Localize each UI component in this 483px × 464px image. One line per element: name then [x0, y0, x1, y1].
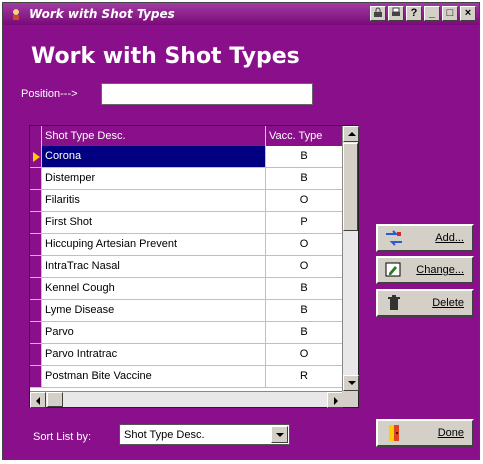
add-icon: [383, 229, 405, 247]
row-indicator: [30, 146, 42, 167]
door-icon: [383, 424, 405, 442]
shot-types-grid: Shot Type Desc. Vacc. Type Corona B Distem…: [29, 125, 359, 408]
cell-shot-desc: Parvo Intratrac: [42, 344, 266, 365]
cell-vacc-type: B: [300, 172, 308, 184]
app-icon: [13, 9, 19, 20]
cell-vacc-type: B: [300, 326, 308, 338]
table-row[interactable]: Corona B: [30, 146, 343, 168]
row-indicator: [30, 190, 42, 211]
row-indicator: [30, 322, 42, 343]
minimize-icon[interactable]: _: [424, 6, 440, 21]
add-button[interactable]: Add...: [376, 224, 474, 252]
cell-vacc-type: B: [300, 282, 308, 294]
cell-shot-desc: Hiccuping Artesian Prevent: [42, 234, 266, 255]
done-button[interactable]: Done: [376, 419, 474, 447]
row-indicator: [30, 366, 42, 387]
table-row[interactable]: Distemper B: [30, 168, 343, 190]
cell-vacc-type: P: [300, 216, 308, 228]
table-row[interactable]: Hiccuping Artesian Prevent O: [30, 234, 343, 256]
trash-icon: [383, 294, 405, 312]
cell-shot-desc: Lyme Disease: [42, 300, 266, 321]
scroll-right-button[interactable]: [327, 392, 343, 408]
delete-button[interactable]: Delete: [376, 289, 474, 317]
sort-value: Shot Type Desc.: [124, 429, 205, 441]
scroll-down-button[interactable]: [343, 375, 359, 391]
scroll-thumb[interactable]: [343, 143, 358, 231]
change-button[interactable]: Change...: [376, 256, 474, 284]
row-indicator: [30, 300, 42, 321]
column-header-type[interactable]: Vacc. Type: [266, 126, 342, 146]
close-icon[interactable]: ×: [460, 6, 476, 21]
table-row[interactable]: Postman Bite Vaccine R: [30, 366, 343, 388]
cell-vacc-type: O: [299, 238, 309, 250]
scroll-left-button[interactable]: [30, 392, 46, 408]
cell-vacc-type: R: [300, 370, 308, 382]
cell-shot-desc: Postman Bite Vaccine: [42, 366, 266, 387]
cell-shot-desc: Distemper: [42, 168, 266, 189]
table-row[interactable]: Filaritis O: [30, 190, 343, 212]
change-label: Change...: [416, 264, 464, 276]
title-bar: Work with Shot Types ? _ □ ×: [3, 3, 479, 25]
scroll-up-button[interactable]: [343, 126, 359, 142]
cell-vacc-type: O: [299, 260, 309, 272]
column-header-desc[interactable]: Shot Type Desc.: [42, 126, 266, 146]
row-indicator: [30, 212, 42, 233]
sort-label: Sort List by:: [33, 431, 92, 443]
page-title: Work with Shot Types: [31, 44, 300, 69]
table-row[interactable]: Parvo Intratrac O: [30, 344, 343, 366]
h-scroll-thumb[interactable]: [47, 392, 63, 407]
cell-vacc-type: B: [300, 304, 308, 316]
sort-select[interactable]: Shot Type Desc.: [119, 424, 290, 445]
row-indicator: [30, 344, 42, 365]
position-label: Position--->: [21, 88, 78, 100]
cell-shot-desc: First Shot: [42, 212, 266, 233]
vertical-scrollbar[interactable]: [342, 126, 359, 391]
table-row[interactable]: IntraTrac Nasal O: [30, 256, 343, 278]
cell-vacc-type: O: [299, 194, 309, 206]
table-row[interactable]: Lyme Disease B: [30, 300, 343, 322]
table-row[interactable]: Kennel Cough B: [30, 278, 343, 300]
header-indicator: [30, 126, 42, 146]
lock-icon[interactable]: [370, 6, 386, 21]
print-icon[interactable]: [388, 6, 404, 21]
help-icon[interactable]: ?: [406, 6, 422, 21]
cell-vacc-type: B: [266, 146, 342, 167]
main-window: Work with Shot Types ? _ □ × Work with S…: [2, 2, 480, 460]
cell-shot-desc: Parvo: [42, 322, 266, 343]
table-row[interactable]: Parvo B: [30, 322, 343, 344]
row-indicator: [30, 168, 42, 189]
change-icon: [383, 261, 405, 279]
add-label: Add...: [435, 232, 464, 244]
row-indicator: [30, 256, 42, 277]
horizontal-scrollbar[interactable]: [30, 391, 343, 408]
cell-shot-desc: IntraTrac Nasal: [42, 256, 266, 277]
table-row[interactable]: First Shot P: [30, 212, 343, 234]
row-indicator: [30, 234, 42, 255]
scroll-corner: [342, 391, 358, 407]
position-input[interactable]: [101, 83, 313, 105]
delete-label: Delete: [432, 297, 464, 309]
cell-shot-desc: Filaritis: [42, 190, 266, 211]
row-indicator: [30, 278, 42, 299]
cell-shot-desc: Corona: [42, 146, 266, 167]
grid-header: Shot Type Desc. Vacc. Type: [30, 126, 343, 146]
chevron-down-icon[interactable]: [271, 426, 288, 443]
cell-shot-desc: Kennel Cough: [42, 278, 266, 299]
done-label: Done: [437, 427, 464, 439]
window-title: Work with Shot Types: [29, 7, 175, 21]
maximize-icon[interactable]: □: [442, 6, 458, 21]
row-pointer-icon: [33, 152, 40, 162]
cell-vacc-type: O: [299, 348, 309, 360]
